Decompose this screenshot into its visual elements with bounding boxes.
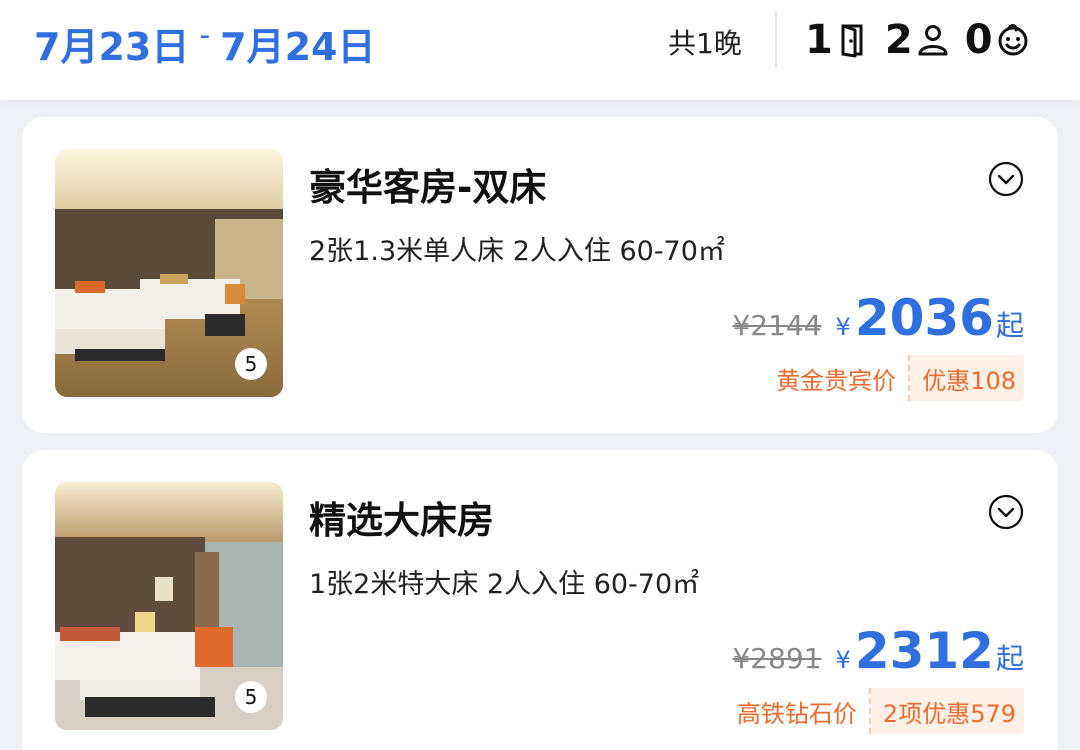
children-count[interactable]: 0	[965, 20, 1031, 60]
nights-count: 共1晚	[668, 27, 742, 60]
current-price: 2036	[854, 289, 994, 347]
room-card[interactable]: 5 豪华客房-双床 2张1.3米单人床 2人入住 60-70㎡ ¥2144 ¥ …	[22, 117, 1058, 433]
discount-tags[interactable]: 高铁钻石价 2项优惠579	[736, 688, 1024, 734]
child-face-icon	[995, 22, 1031, 58]
discount-amount-tag: 优惠108	[910, 355, 1024, 401]
member-price-tag: 高铁钻石价	[736, 688, 871, 734]
chevron-down-circle-icon[interactable]	[988, 161, 1024, 197]
person-icon	[915, 22, 951, 58]
room-description: 2张1.3米单人床 2人入住 60-70㎡	[309, 236, 725, 267]
currency-symbol: ¥	[835, 313, 851, 341]
room-card[interactable]: 5 精选大床房 1张2米特大床 2人入住 60-70㎡ ¥2891 ¥ 2312…	[22, 450, 1058, 750]
rooms-count[interactable]: 1	[805, 20, 871, 60]
date-range[interactable]: 7月23日 - 7月24日	[34, 16, 375, 71]
price-suffix: 起	[995, 642, 1024, 675]
check-in-date[interactable]: 7月23日	[34, 16, 189, 71]
date-separator: -	[199, 18, 211, 53]
adults-number: 2	[884, 17, 913, 63]
check-out-date[interactable]: 7月24日	[220, 16, 375, 71]
room-name: 豪华客房-双床	[309, 166, 547, 209]
room-name: 精选大床房	[309, 499, 494, 542]
children-number: 0	[964, 17, 993, 63]
price-row: ¥2891 ¥ 2312 起	[732, 626, 1024, 677]
discount-amount-tag: 2项优惠579	[870, 688, 1024, 734]
rooms-number: 1	[805, 17, 833, 63]
chevron-down-circle-icon[interactable]	[988, 494, 1024, 530]
photo-count-badge: 5	[235, 348, 267, 380]
room-photo[interactable]: 5	[55, 149, 283, 397]
original-price: ¥2891	[732, 642, 822, 675]
original-price: ¥2144	[732, 309, 822, 342]
discount-tags[interactable]: 黄金贵宾价 优惠108	[776, 355, 1024, 401]
search-summary-bar: 7月23日 - 7月24日 共1晚 1 2 0	[0, 0, 1080, 100]
currency-symbol: ¥	[835, 646, 851, 674]
price-row: ¥2144 ¥ 2036 起	[732, 293, 1024, 344]
photo-count-badge: 5	[235, 681, 267, 713]
current-price: 2312	[854, 622, 994, 680]
adults-count[interactable]: 2	[885, 20, 951, 60]
room-photo[interactable]: 5	[55, 482, 283, 730]
occupancy-selector[interactable]: 1 2 0	[805, 14, 1045, 66]
room-description: 1张2米特大床 2人入住 60-70㎡	[309, 569, 700, 600]
price-suffix: 起	[995, 309, 1024, 342]
door-icon	[835, 22, 871, 58]
member-price-tag: 黄金贵宾价	[776, 355, 911, 401]
divider	[775, 12, 777, 67]
